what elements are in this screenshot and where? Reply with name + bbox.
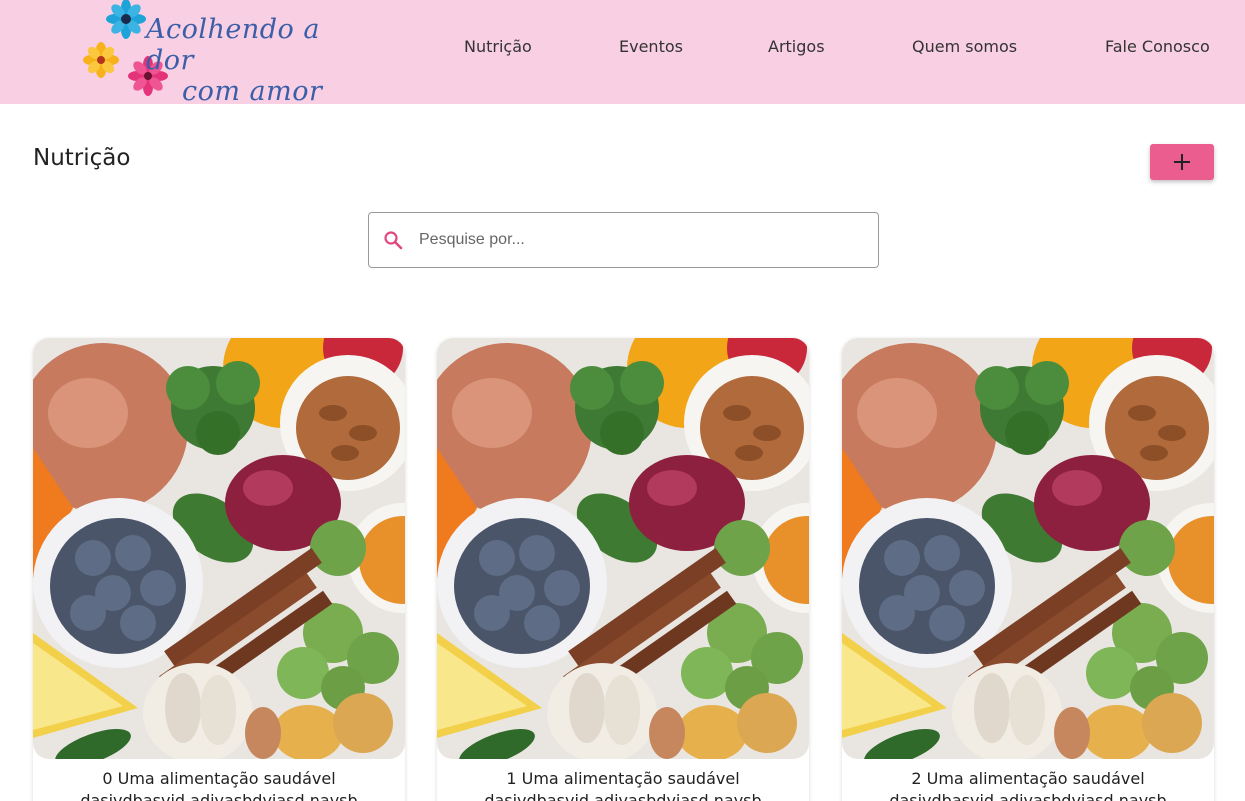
card-image xyxy=(437,338,809,759)
add-button[interactable] xyxy=(1150,144,1214,180)
card-image xyxy=(842,338,1214,759)
nav-item-quem-somos[interactable]: Quem somos xyxy=(912,37,1017,56)
nav-item-nutricao[interactable]: Nutrição xyxy=(464,37,532,56)
article-card[interactable]: 1 Uma alimentação saudável dasjvdbasvjd … xyxy=(437,338,809,801)
card-title: 0 Uma alimentação saudável xyxy=(102,769,336,788)
logo-line-2: com amor xyxy=(182,76,323,107)
card-description: dasjvdbasvjd adjvasbdvjasd navsb xyxy=(889,791,1167,801)
nav-item-eventos[interactable]: Eventos xyxy=(619,37,683,56)
article-card[interactable]: 2 Uma alimentação saudável dasjvdbasvjd … xyxy=(842,338,1214,801)
article-card[interactable]: 0 Uma alimentação saudável dasjvdbasvjd … xyxy=(33,338,405,801)
page-title: Nutrição xyxy=(33,145,131,171)
site-header: Acolhendo a dor com amor Nutrição Evento… xyxy=(0,0,1245,107)
card-description: dasjvdbasvjd adjvasbdvjasd navsb xyxy=(80,791,358,801)
main-nav: Nutrição Eventos Artigos Quem somos Fale… xyxy=(0,37,1245,59)
card-description: dasjvdbasvjd adjvasbdvjasd navsb xyxy=(484,791,762,801)
nav-item-fale-conosco[interactable]: Fale Conosco xyxy=(1105,37,1210,56)
logo-text: Acolhendo a dor com amor xyxy=(146,14,350,107)
card-title: 2 Uma alimentação saudável xyxy=(911,769,1145,788)
card-title: 1 Uma alimentação saudável xyxy=(506,769,740,788)
card-image xyxy=(33,338,405,759)
plus-icon xyxy=(1174,154,1190,170)
nav-item-artigos[interactable]: Artigos xyxy=(768,37,825,56)
search-box xyxy=(368,212,879,268)
search-input[interactable] xyxy=(419,225,859,255)
search-icon xyxy=(384,231,403,250)
